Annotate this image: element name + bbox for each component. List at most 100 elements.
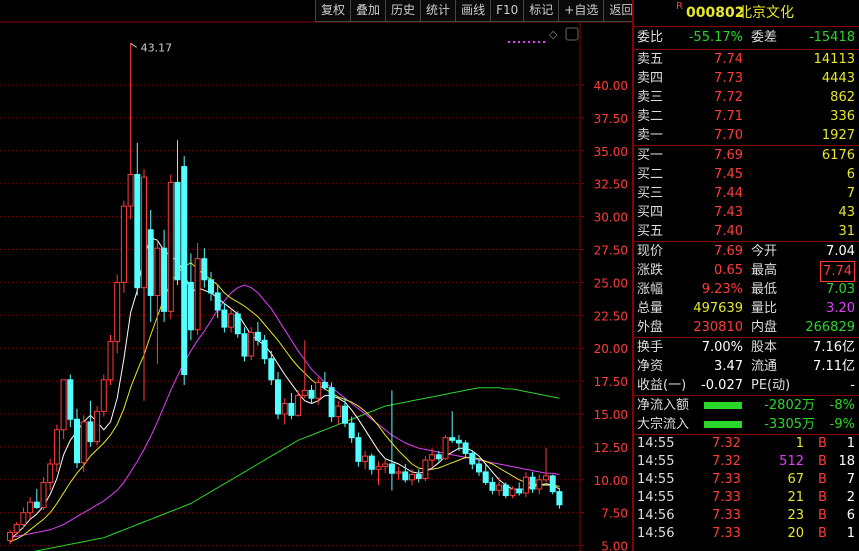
toolbar-button[interactable]: 复权 — [315, 0, 352, 22]
bid-label: 买二 — [637, 167, 664, 182]
quote-value: 7.04 — [826, 244, 855, 259]
quote-row: 现价 7.69 今开 7.04 — [634, 242, 859, 261]
tick-list[interactable]: 14:55 7.32 1 B 1 14:55 7.32 512 B 18 14:55 7.33 67 B 7… — [634, 434, 859, 543]
weibi-row: 委比 -55.17% 委差 -15418 — [634, 26, 859, 49]
candle-body — [489, 481, 496, 491]
candle-body — [308, 389, 315, 399]
candle-body — [53, 429, 60, 465]
quote-label: 量比 — [751, 301, 778, 316]
quote-label: 外盘 — [637, 320, 664, 335]
bid-label: 买五 — [637, 224, 664, 239]
toolbar-button[interactable]: 历史 — [385, 0, 422, 22]
candle-body — [221, 309, 228, 328]
tick-price: 7.32 — [712, 436, 741, 451]
tick-price: 7.33 — [712, 526, 741, 541]
candle-body — [556, 491, 563, 506]
flow-bar — [704, 421, 742, 428]
toolbar-button[interactable]: 画线 — [455, 0, 492, 22]
candle-body — [47, 463, 54, 483]
tick-price: 7.33 — [712, 472, 741, 487]
candle-body — [13, 524, 20, 533]
candle-body — [100, 379, 107, 412]
quote-label: 今开 — [751, 244, 778, 259]
y-tick-label: 20.00 — [594, 342, 628, 356]
tick-price: 7.32 — [712, 454, 741, 469]
weicha-value: -15418 — [808, 30, 855, 45]
candle-body — [107, 341, 114, 381]
y-tick-label: 30.00 — [594, 211, 628, 225]
diamond-icon: ◇ — [549, 28, 558, 41]
toolbar-button[interactable]: 叠加 — [350, 0, 387, 22]
tick-time: 14:55 — [637, 436, 675, 451]
ask-volume: 14113 — [813, 52, 855, 67]
tick-volume: 20 — [787, 526, 804, 541]
candle-body — [187, 281, 194, 331]
ask-label: 卖三 — [637, 90, 664, 105]
candle-body — [288, 402, 295, 416]
y-tick-label: 35.00 — [594, 145, 628, 159]
ask-row: 卖一 7.70 1927 — [634, 126, 859, 145]
toolbar-button[interactable]: +自选 — [558, 0, 605, 22]
tick-volume: 23 — [787, 508, 804, 523]
candle-body — [509, 488, 516, 497]
candlestick-chart[interactable]: 40.00 37.50 35.00 32.50 30.00 27.50 25.00 22.50… — [0, 0, 632, 551]
toolbar-button[interactable]: F10 — [490, 0, 525, 22]
candle-body — [388, 463, 395, 474]
candle-body — [402, 471, 409, 481]
tick-count: 1 — [846, 436, 855, 451]
ask-row: 卖二 7.71 336 — [634, 107, 859, 126]
candle-body — [469, 452, 476, 465]
stat-label: PE(动) — [751, 378, 791, 393]
candle-body — [549, 475, 556, 493]
bid-label: 买一 — [637, 148, 664, 163]
candle-body — [154, 247, 161, 297]
tick-time: 14:55 — [637, 454, 675, 469]
candle-body — [422, 459, 429, 479]
candle-body — [33, 501, 40, 508]
bid-volume: 7 — [846, 186, 855, 201]
tick-side: B — [818, 454, 827, 469]
candle-body — [40, 481, 47, 508]
candle-body — [315, 381, 322, 399]
tick-volume: 67 — [787, 472, 804, 487]
candle-body — [395, 471, 402, 474]
candle-body — [355, 437, 362, 462]
stat-label: 换手 — [637, 340, 664, 355]
toolbar-button[interactable]: 统计 — [420, 0, 457, 22]
candle-body — [429, 454, 436, 461]
candle-body — [536, 479, 543, 490]
ask-volume: 336 — [830, 109, 855, 124]
ask-label: 卖四 — [637, 71, 664, 86]
tick-count: 7 — [846, 472, 855, 487]
candle-body — [228, 313, 235, 328]
candle-body — [362, 455, 369, 462]
candle-body — [275, 379, 281, 415]
candle-body — [409, 474, 415, 481]
quote-value: 0.65 — [714, 263, 743, 278]
bid-row: 买一 7.69 6176 — [634, 146, 859, 165]
bid-price: 7.45 — [714, 167, 743, 182]
toolbar-button[interactable]: 标记 — [523, 0, 560, 22]
ask-volume: 1927 — [821, 128, 855, 143]
tick-row: 14:55 7.33 67 B 7 — [634, 471, 859, 489]
stock-header: R 000802 北京文化 — [634, 0, 859, 26]
candle-body — [194, 258, 201, 331]
flow-value: -3305万 — [764, 417, 815, 432]
expand-icon — [565, 27, 579, 41]
candle-body — [476, 463, 482, 473]
bid-price: 7.40 — [714, 224, 743, 239]
candle-body — [382, 463, 389, 468]
high-marker — [130, 42, 137, 48]
candle-body — [268, 358, 275, 381]
y-tick-label: 5.00 — [601, 540, 628, 551]
candle-body — [87, 421, 94, 443]
tick-time: 14:56 — [637, 526, 675, 541]
quote-value: 7.74 — [820, 261, 855, 282]
candle-body — [60, 379, 67, 431]
kline-chart-area[interactable]: 40.00 37.50 35.00 32.50 30.00 27.50 25.00 22.50… — [0, 0, 640, 551]
tick-row: 14:55 7.32 1 B 1 — [634, 435, 859, 453]
flow-value: -2802万 — [764, 398, 815, 413]
candle-body — [502, 484, 509, 497]
candle-body — [415, 474, 422, 479]
fundamentals: 换手 7.00% 股本 7.16亿 净资 3.47 流通 7.11亿 收益(一) -0.027 PE… — [634, 337, 859, 395]
